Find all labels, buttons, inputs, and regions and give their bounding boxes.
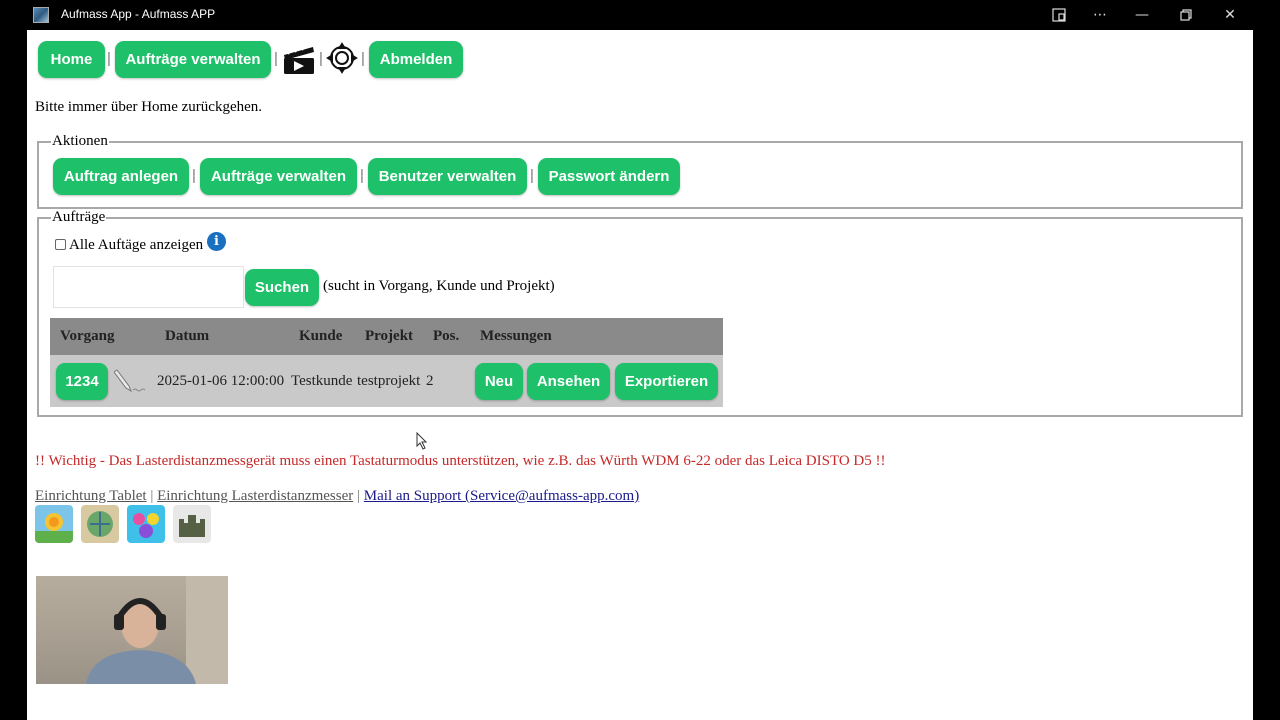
info-icon[interactable]: i	[207, 232, 226, 251]
orders-legend: Aufträge	[51, 209, 107, 226]
show-all-label: Alle Auftäge anzeigen	[69, 237, 204, 253]
video-clapper-icon[interactable]	[282, 43, 316, 75]
column-header-messungen: Messungen	[480, 328, 552, 344]
column-header-datum: Datum	[165, 328, 210, 344]
manage-orders-nav-button[interactable]: Aufträge verwalten	[115, 41, 271, 78]
gear-icon[interactable]	[326, 42, 358, 74]
order-date: 2025-01-06 12:00:00	[157, 373, 285, 389]
export-button[interactable]: Exportieren	[615, 363, 718, 400]
column-header-pos: Pos.	[433, 328, 460, 344]
logout-button[interactable]: Abmelden	[369, 41, 463, 78]
castle-game-icon[interactable]	[173, 505, 211, 543]
window-titlebar: Aufmass App - Aufmass APP ⋯ — ✕	[0, 0, 1280, 30]
mouse-cursor-icon	[416, 431, 428, 450]
order-number-button[interactable]: 1234	[56, 363, 108, 400]
order-project: testprojekt	[357, 373, 421, 389]
more-options-icon[interactable]: ⋯	[1088, 4, 1112, 26]
bubble-game-icon[interactable]	[127, 505, 165, 543]
column-header-kunde: Kunde	[299, 328, 343, 344]
actions-separator: |	[360, 167, 364, 184]
order-positions: 2	[426, 373, 434, 389]
new-measurement-button[interactable]: Neu	[475, 363, 523, 400]
laser-setup-link[interactable]: Einrichtung Lasterdistanzmesser	[157, 488, 353, 504]
window-title: Aufmass App - Aufmass APP	[61, 7, 216, 21]
tablet-setup-link[interactable]: Einrichtung Tablet	[35, 488, 147, 504]
home-button[interactable]: Home	[38, 41, 105, 78]
manage-orders-button[interactable]: Aufträge verwalten	[200, 158, 357, 195]
actions-separator: |	[530, 167, 534, 184]
search-button[interactable]: Suchen	[245, 269, 319, 306]
manage-users-button[interactable]: Benutzer verwalten	[368, 158, 527, 195]
close-icon[interactable]: ✕	[1218, 4, 1242, 26]
nav-separator: |	[361, 50, 365, 67]
link-separator: |	[357, 488, 361, 504]
snap-layout-icon[interactable]	[1047, 4, 1071, 26]
search-hint: (sucht in Vorgang, Kunde und Projekt)	[323, 278, 555, 294]
actions-separator: |	[192, 167, 196, 184]
actions-legend: Aktionen	[51, 133, 109, 150]
webcam-video-overlay	[36, 576, 228, 684]
show-all-checkbox[interactable]	[55, 239, 66, 250]
flower-game-icon[interactable]	[35, 505, 73, 543]
edit-pencil-icon[interactable]	[113, 366, 148, 394]
view-measurements-button[interactable]: Ansehen	[527, 363, 610, 400]
globe-game-icon[interactable]	[81, 505, 119, 543]
nav-separator: |	[319, 50, 323, 67]
restore-icon[interactable]	[1174, 4, 1198, 26]
column-header-projekt: Projekt	[365, 328, 414, 344]
navigation-hint: Bitte immer über Home zurückgehen.	[35, 99, 263, 115]
order-customer: Testkunde	[291, 373, 353, 389]
page-content: Home | Aufträge verwalten | | | Abmelden…	[27, 30, 1253, 720]
app-icon	[33, 7, 49, 23]
column-header-vorgang: Vorgang	[60, 328, 115, 344]
create-order-button[interactable]: Auftrag anlegen	[53, 158, 189, 195]
support-mail-link[interactable]: Mail an Support (Service@aufmass-app.com…	[364, 488, 639, 504]
keyboard-mode-warning: !! Wichtig - Das Lasterdistanzmessgerät …	[35, 453, 886, 469]
nav-separator: |	[274, 50, 278, 67]
change-password-button[interactable]: Passwort ändern	[538, 158, 680, 195]
nav-separator: |	[107, 50, 111, 67]
footer-links: Einrichtung Tablet | Einrichtung Lasterd…	[35, 488, 639, 505]
minimize-icon[interactable]: —	[1130, 4, 1154, 26]
link-separator: |	[150, 488, 154, 504]
search-input[interactable]	[53, 266, 244, 308]
